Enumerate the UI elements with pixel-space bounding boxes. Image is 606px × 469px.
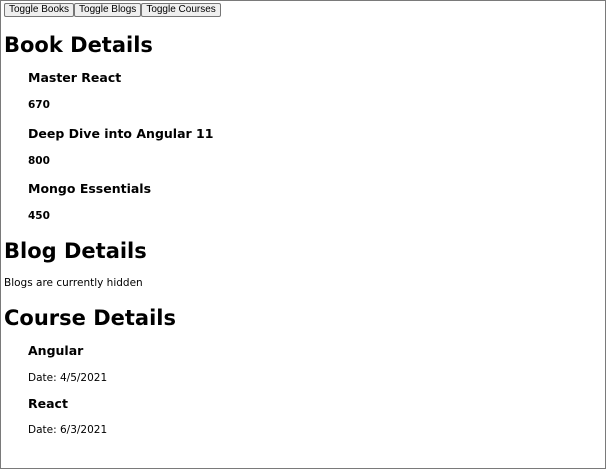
book-title: Master React: [28, 70, 122, 85]
course-details-heading: Course Details: [4, 306, 176, 330]
course-title: Angular: [28, 343, 84, 358]
book-price: 670: [28, 99, 50, 111]
toggle-courses-button[interactable]: Toggle Courses: [141, 3, 221, 17]
book-details-heading: Book Details: [4, 33, 153, 57]
book-title: Deep Dive into Angular 11: [28, 126, 214, 141]
course-title: React: [28, 396, 68, 411]
book-title: Mongo Essentials: [28, 181, 152, 196]
blog-details-heading: Blog Details: [4, 239, 147, 263]
book-price: 800: [28, 155, 50, 167]
course-date: Date: 4/5/2021: [28, 372, 108, 384]
toggle-books-button[interactable]: Toggle Books: [4, 3, 75, 17]
toggle-toolbar: Toggle Books Toggle Blogs Toggle Courses: [4, 3, 221, 17]
book-price: 450: [28, 210, 50, 222]
page-frame: Toggle Books Toggle Blogs Toggle Courses…: [0, 0, 606, 469]
blogs-hidden-message: Blogs are currently hidden: [4, 277, 143, 289]
toggle-blogs-button[interactable]: Toggle Blogs: [74, 3, 142, 17]
course-date: Date: 6/3/2021: [28, 424, 108, 436]
